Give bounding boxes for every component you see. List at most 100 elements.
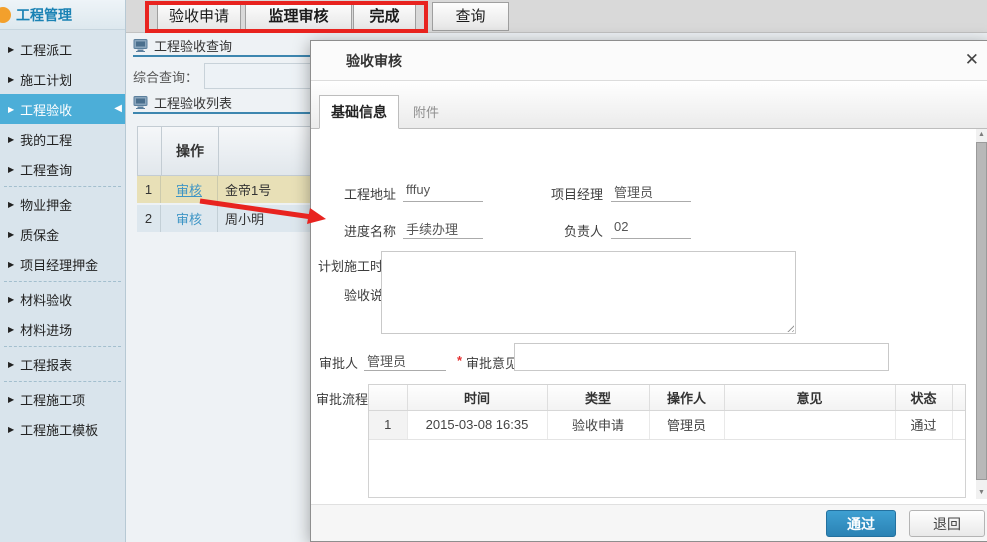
sidebar-item-label: 物业押金 — [20, 195, 72, 214]
audit-link[interactable]: 审核 — [176, 180, 202, 199]
required-asterisk: * — [457, 353, 462, 368]
bullet-icon: ▶ — [8, 45, 14, 54]
sidebar: 工程管理 ▶工程派工 ▶施工计划 ▶工程验收◀ ▶我的工程 ▶工程查询 ▶物业押… — [0, 0, 126, 542]
module-dot-icon — [0, 7, 11, 23]
project-manager-label: 项目经理 — [491, 184, 603, 203]
sidebar-item-gongcheng-shigongxiang[interactable]: ▶ 工程施工项 — [0, 384, 125, 414]
dialog-footer: 通过 退回 — [311, 504, 987, 541]
row-index: 1 — [137, 176, 161, 203]
bullet-icon: ▶ — [8, 105, 14, 114]
flow-header-row: 时间 类型 操作人 意见 状态 — [369, 385, 965, 410]
bullet-icon: ▶ — [8, 425, 14, 434]
approver-field[interactable]: 管理员 — [364, 351, 446, 371]
action-cell: 审核 — [161, 176, 218, 203]
bullet-icon: ▶ — [8, 165, 14, 174]
bullet-icon: ▶ — [8, 135, 14, 144]
sidebar-item-label: 项目经理押金 — [20, 255, 98, 274]
flow-col-status: 状态 — [895, 385, 952, 410]
monitor-icon — [133, 96, 148, 109]
scroll-up-icon[interactable]: ▲ — [976, 129, 987, 141]
close-icon[interactable]: ✕ — [965, 50, 979, 70]
scroll-down-icon[interactable]: ▼ — [976, 487, 987, 499]
pass-button[interactable]: 通过 — [826, 510, 896, 537]
sidebar-item-gongcheng-yanshou[interactable]: ▶ 工程验收 ◀ — [0, 94, 125, 124]
tab-supervision-review[interactable]: 监理审核 — [245, 2, 352, 31]
bullet-icon: ▶ — [8, 260, 14, 269]
progress-name-label: 进度名称 — [311, 221, 396, 240]
scrollbar-thumb[interactable] — [976, 142, 987, 480]
dialog-scrollbar: ▲ ▼ — [976, 129, 987, 499]
sidebar-item-label: 工程派工 — [20, 40, 72, 59]
menu-group-divider — [4, 381, 121, 382]
col-header-action: 操作 — [162, 127, 219, 175]
active-item-arrow-icon: ◀ — [114, 103, 122, 114]
sidebar-title: 工程管理 — [16, 5, 72, 25]
audit-link[interactable]: 审核 — [176, 209, 202, 228]
combined-query-label: 综合查询： — [133, 67, 198, 86]
flow-row-time: 2015-03-08 16:35 — [407, 410, 547, 439]
tab-basic-info[interactable]: 基础信息 — [319, 95, 399, 129]
flow-row-extra — [952, 410, 965, 439]
dialog-titlebar: 验收审核 ✕ — [311, 41, 987, 81]
sidebar-item-label: 工程施工项 — [20, 390, 85, 409]
acceptance-review-dialog: 验收审核 ✕ 基础信息 附件 工程地址 fffuy 项目经理 管理员 进度名称 … — [310, 40, 987, 542]
flow-col-extra — [952, 385, 965, 410]
sidebar-item-label: 质保金 — [20, 225, 59, 244]
sidebar-header: 工程管理 — [0, 0, 125, 30]
sidebar-item-label: 材料进场 — [20, 320, 72, 339]
owner-field[interactable]: 02 — [611, 219, 691, 239]
sidebar-item-gongcheng-paigong[interactable]: ▶ 工程派工 — [0, 34, 125, 64]
sidebar-item-label: 工程查询 — [20, 160, 72, 179]
app-screen: 工程管理 ▶工程派工 ▶施工计划 ▶工程验收◀ ▶我的工程 ▶工程查询 ▶物业押… — [0, 0, 987, 542]
flow-row-index: 1 — [369, 410, 407, 439]
return-button[interactable]: 退回 — [909, 510, 985, 537]
bullet-icon: ▶ — [8, 360, 14, 369]
bullet-icon: ▶ — [8, 200, 14, 209]
tab-acceptance-apply[interactable]: 验收申请 — [157, 2, 241, 31]
col-header-index — [138, 127, 162, 175]
tab-attachments[interactable]: 附件 — [403, 98, 449, 128]
sidebar-item-wode-gongcheng[interactable]: ▶ 我的工程 — [0, 124, 125, 154]
sidebar-item-label: 工程施工模板 — [20, 420, 98, 439]
flow-row: 1 2015-03-08 16:35 验收申请 管理员 通过 — [369, 410, 965, 439]
approval-opinion-input[interactable] — [514, 343, 889, 371]
progress-name-field[interactable]: 手续办理 — [403, 219, 483, 239]
menu-group-divider — [4, 186, 121, 187]
flow-col-index — [369, 385, 407, 410]
bullet-icon: ▶ — [8, 325, 14, 334]
sidebar-item-label: 工程报表 — [20, 355, 72, 374]
flow-col-type: 类型 — [547, 385, 649, 410]
sidebar-item-label: 材料验收 — [20, 290, 72, 309]
approval-flow-table: 时间 类型 操作人 意见 状态 1 2015-03-08 16:35 验收申请 … — [368, 384, 966, 498]
project-address-field[interactable]: fffuy — [403, 182, 483, 202]
flow-row-type: 验收申请 — [547, 410, 649, 439]
sidebar-item-label: 工程验收 — [20, 100, 72, 119]
bullet-icon: ▶ — [8, 295, 14, 304]
bullet-icon: ▶ — [8, 395, 14, 404]
sidebar-menu: ▶工程派工 ▶施工计划 ▶工程验收◀ ▶我的工程 ▶工程查询 ▶物业押金 ▶质保… — [0, 34, 125, 444]
project-manager-field[interactable]: 管理员 — [611, 182, 691, 202]
sidebar-item-label: 施工计划 — [20, 70, 72, 89]
sidebar-item-xiangmu-jingli-yajin[interactable]: ▶ 项目经理押金 — [0, 249, 125, 279]
sidebar-item-zhibaojin[interactable]: ▶ 质保金 — [0, 219, 125, 249]
sidebar-item-gongcheng-shigong-moban[interactable]: ▶ 工程施工模板 — [0, 414, 125, 444]
tab-complete[interactable]: 完成 — [353, 2, 416, 31]
row-index: 2 — [137, 205, 161, 232]
sidebar-item-gongcheng-baobiao[interactable]: ▶ 工程报表 — [0, 349, 125, 379]
sidebar-item-cailiao-jinchang[interactable]: ▶ 材料进场 — [0, 314, 125, 344]
sidebar-item-shigong-jihua[interactable]: ▶施工计划 — [0, 64, 125, 94]
tab-query[interactable]: 查询 — [432, 2, 509, 31]
sidebar-item-cailiao-yanshou[interactable]: ▶ 材料验收 — [0, 284, 125, 314]
monitor-icon — [133, 39, 148, 52]
bullet-icon: ▶ — [8, 230, 14, 239]
approver-label: 审批人 — [311, 353, 358, 372]
top-tabbar: 验收申请 监理审核 完成 查询 — [126, 0, 987, 33]
menu-group-divider — [4, 281, 121, 282]
sidebar-item-gongcheng-chaxun[interactable]: ▶ 工程查询 — [0, 154, 125, 184]
flow-row-status: 通过 — [895, 410, 952, 439]
sidebar-item-label: 我的工程 — [20, 130, 72, 149]
sidebar-item-wuye-yajin[interactable]: ▶ 物业押金 — [0, 189, 125, 219]
flow-col-operator: 操作人 — [649, 385, 724, 410]
acceptance-description-textarea[interactable] — [381, 251, 796, 334]
menu-group-divider — [4, 346, 121, 347]
